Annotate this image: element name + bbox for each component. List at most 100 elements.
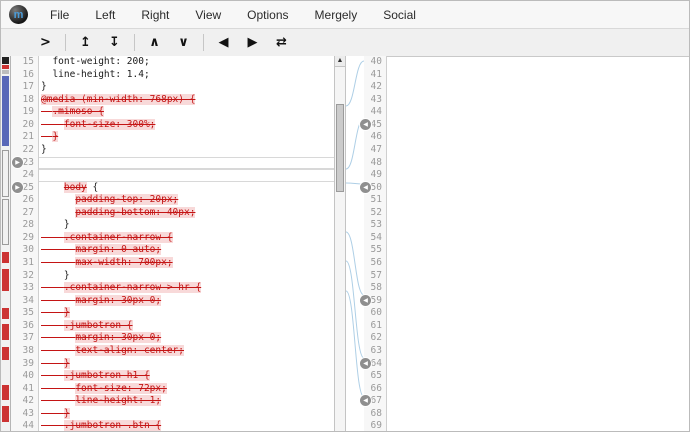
code-line[interactable]: } [39, 270, 334, 283]
menu-mergely[interactable]: Mergely [302, 2, 371, 28]
line-number: 15 [22, 56, 34, 67]
merge-left-marker[interactable]: ◀ [360, 395, 371, 407]
code-line[interactable]: } [39, 144, 334, 157]
upload-button[interactable]: ↥ [71, 35, 100, 50]
code-line[interactable]: .mimoso { [39, 106, 334, 119]
line-number: 34 [22, 294, 34, 306]
line-number: 61 [370, 319, 382, 331]
menu-right[interactable]: Right [128, 2, 182, 28]
code-line[interactable] [39, 156, 334, 170]
diff-map-block [2, 308, 9, 319]
merge-left-marker[interactable]: ◀ [360, 181, 371, 193]
deletion-strike [41, 332, 75, 343]
download-button[interactable]: ↧ [100, 35, 129, 50]
code-line[interactable]: text-align: center; [39, 344, 334, 358]
code-line[interactable]: .jumbotron h1 { [39, 370, 334, 383]
code-line[interactable]: .jumbotron .btn { [39, 420, 334, 431]
code-line[interactable]: .container-narrow > hr { [39, 282, 334, 295]
line-number: 56 [370, 257, 382, 268]
code-line[interactable]: max-width: 700px; [39, 257, 334, 270]
swap-sides-button[interactable]: > [31, 35, 60, 50]
line-number: 20 [22, 118, 34, 130]
diff-map-block [2, 57, 9, 64]
line-number: 33 [22, 282, 34, 294]
code-text: font-weight: 200; [41, 56, 150, 67]
menu-options[interactable]: Options [234, 2, 301, 28]
line-number: 52 [370, 206, 382, 218]
deleted-text: font-size: 300%; [63, 118, 156, 130]
code-line[interactable]: font-size: 72px; [39, 382, 334, 396]
map-scroll-thumb[interactable] [2, 199, 9, 245]
line-number: 43 [370, 93, 382, 105]
code-line[interactable]: font-size: 300%; [39, 118, 334, 132]
menu-social[interactable]: Social [370, 2, 429, 28]
code-line[interactable]: } [39, 131, 334, 144]
toolbar-separator [134, 34, 135, 51]
code-line[interactable]: @media (min-width: 768px) { [39, 93, 334, 107]
deleted-text: } [63, 407, 70, 419]
left-diff-map[interactable] [1, 56, 11, 431]
code-line[interactable]: } [39, 307, 334, 320]
deleted-text: .mimoso { [52, 106, 104, 118]
code-line[interactable]: padding-top: 20px; [39, 194, 334, 207]
line-number: 49 [370, 169, 382, 181]
deleted-text: .container-narrow { [63, 231, 173, 243]
deleted-text: line-height: 1; [75, 395, 162, 407]
code-line[interactable]: } [39, 407, 334, 421]
code-line[interactable]: } [39, 357, 334, 371]
code-line[interactable]: line-height: 1.4; [39, 69, 334, 82]
line-number: 60 [370, 307, 382, 319]
deletion-strike [41, 320, 64, 331]
code-line[interactable] [39, 169, 334, 182]
code-line[interactable]: padding-bottom: 40px; [39, 206, 334, 220]
code-line[interactable]: } [39, 219, 334, 232]
line-number: 17 [22, 81, 34, 93]
left-scrollbar[interactable]: ▲ [334, 56, 346, 431]
merge-left-marker[interactable]: ◀ [360, 118, 371, 130]
diff-map-block [2, 65, 9, 69]
code-line[interactable]: margin: 0 auto; [39, 244, 334, 257]
line-number: 32 [22, 269, 34, 281]
deleted-text: margin: 0 auto; [75, 244, 162, 256]
line-number: 36 [22, 319, 34, 331]
code-text: } [41, 269, 70, 281]
line-number: 40 [370, 56, 382, 67]
code-line[interactable]: .container-narrow { [39, 231, 334, 245]
map-scroll-thumb[interactable] [2, 150, 9, 197]
left-code-pane[interactable]: font-weight: 200; line-height: 1.4;} @med… [39, 56, 334, 431]
code-line[interactable]: body { [39, 181, 334, 195]
code-line[interactable]: margin: 30px 0; [39, 332, 334, 345]
merge-left-marker[interactable]: ◀ [360, 357, 371, 369]
code-line[interactable]: line-height: 1; [39, 395, 334, 408]
menu-file[interactable]: File [37, 2, 82, 28]
merge-left-button[interactable]: ◀ [209, 35, 238, 50]
line-number: 58 [370, 282, 382, 294]
line-number: 51 [370, 194, 382, 206]
deletion-strike [41, 420, 64, 431]
code-text: } [41, 81, 47, 93]
code-line[interactable]: margin: 30px 0; [39, 294, 334, 308]
line-number: 44 [370, 106, 382, 118]
deletion-strike [41, 358, 64, 369]
merge-right-button[interactable]: ▶ [238, 35, 267, 50]
code-line[interactable]: } [39, 81, 334, 94]
merge-right-marker[interactable]: ▶ [12, 181, 23, 193]
line-number: 68 [370, 407, 382, 419]
swap-merge-button[interactable]: ⇄ [267, 35, 296, 50]
deletion-strike [41, 244, 75, 255]
code-line[interactable]: .jumbotron { [39, 319, 334, 333]
line-number: 42 [22, 395, 34, 407]
merge-right-marker[interactable]: ▶ [12, 156, 23, 168]
code-line[interactable]: font-weight: 200; [39, 56, 334, 69]
scroll-up-icon[interactable]: ▲ [335, 56, 345, 67]
next-diff-button[interactable]: ∨ [169, 35, 198, 50]
menu-items: File Left Right View Options Mergely Social [37, 2, 429, 28]
prev-diff-button[interactable]: ∧ [140, 35, 169, 50]
left-scrollbar-thumb[interactable] [336, 104, 344, 192]
merge-left-marker[interactable]: ◀ [360, 294, 371, 306]
deleted-text: .jumbotron { [63, 319, 133, 331]
menu-view[interactable]: View [182, 2, 234, 28]
menu-left[interactable]: Left [82, 2, 128, 28]
deletion-strike [41, 282, 64, 293]
